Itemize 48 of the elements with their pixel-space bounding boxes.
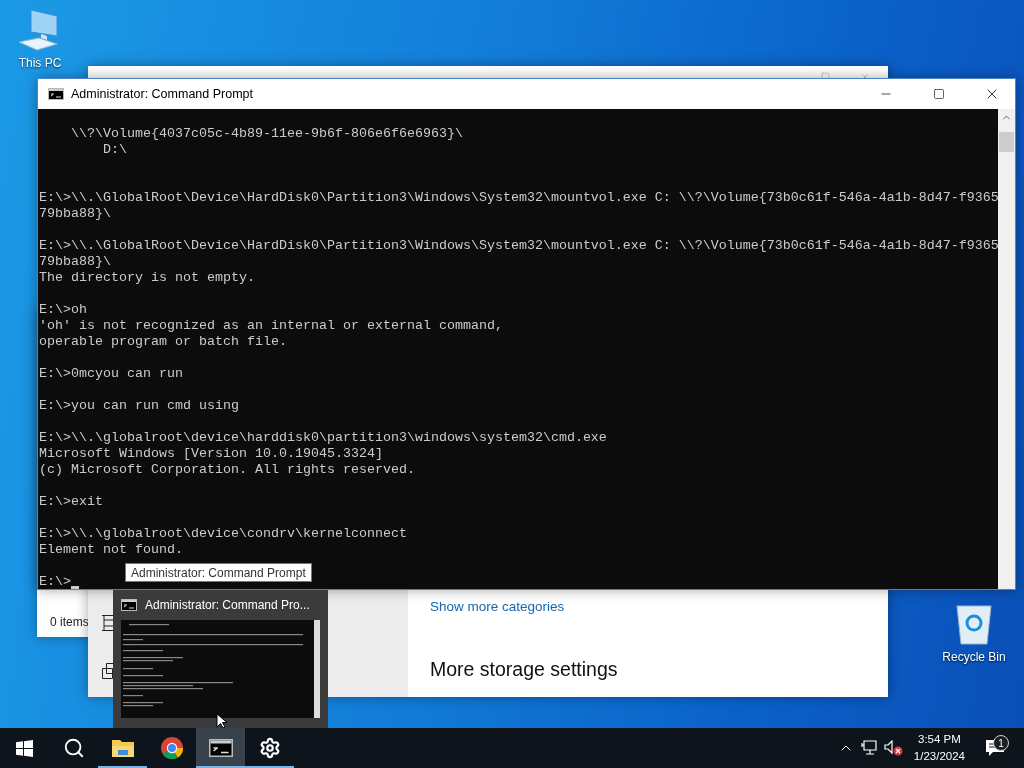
console-line: E:\>\\.\GlobalRoot\Device\HardDisk0\Partition3\Windows\System32\mountvol.exe C: \\?\Volume{73b0c61f-546a-4a1b-8d47-f9365 — [39, 238, 998, 254]
console-line: E:\>exit — [39, 494, 103, 510]
clock-date: 1/23/2024 — [913, 749, 965, 764]
settings-icon — [258, 737, 281, 759]
console-line: Microsoft Windows [Version 10.0.19045.3324] — [39, 446, 383, 462]
inactive-maximize-icon — [821, 72, 830, 81]
preview-title: Administrator: Command Pro... — [145, 598, 310, 612]
text-cursor — [71, 586, 79, 589]
notification-count: 1 — [993, 735, 1009, 751]
console-line: operable program or batch file. — [39, 334, 287, 350]
console-icon — [121, 599, 137, 611]
windows-logo-icon — [16, 739, 33, 757]
console-line: E:\> — [39, 574, 71, 589]
clock[interactable]: 3:54 PM 1/23/2024 — [905, 731, 973, 765]
console-icon — [208, 739, 233, 757]
console-line: E:\>\\.\globalroot\device\condrv\kernelconnect — [39, 526, 407, 542]
window-title: Administrator: Command Prompt — [71, 87, 254, 101]
show-more-link[interactable]: Show more categories — [430, 599, 888, 614]
browser-icon — [159, 736, 184, 760]
window-preview[interactable]: Administrator: Command Pro... — [113, 590, 328, 728]
recycle-bin-icon — [954, 602, 994, 646]
item-count: 0 items — [50, 615, 89, 631]
console-line: Element not found. — [39, 542, 183, 558]
console-line: The directory is not empty. — [39, 270, 255, 286]
console-line: D:\ — [102, 142, 127, 158]
console-line: E:\>0mcyou can run — [39, 366, 183, 382]
taskbar-button[interactable] — [196, 728, 245, 768]
maximize-icon — [933, 88, 945, 100]
search-icon — [62, 737, 85, 759]
console-line: 79bba88}\ — [39, 206, 111, 222]
console-line: \\?\Volume{4037c05c-4b89-11ee-9b6f-806e6f6e6963}\ — [70, 126, 463, 142]
console-line: E:\>oh — [39, 302, 87, 318]
console-line: E:\>\\.\GlobalRoot\Device\HardDisk0\Partition3\Windows\System32\mountvol.exe C: \\?\Volume{73b0c61f-546a-4a1b-8d47-f9365 — [39, 190, 998, 206]
console-line: 79bba88}\ — [39, 254, 111, 270]
folder-icon — [110, 738, 135, 758]
console-line: (c) Microsoft Corporation. All rights reserved. — [39, 462, 415, 478]
clock-time: 3:54 PM — [918, 732, 961, 747]
tooltip: Administrator: Command Prompt — [125, 563, 312, 582]
console-line: 'oh' is not recognized as an internal or external command, — [39, 318, 503, 334]
console-icon — [48, 88, 64, 100]
console-line: E:\>\\.\globalroot\device\harddisk0\partition3\windows\system32\cmd.exe — [39, 430, 607, 446]
mouse-cursor-icon — [216, 713, 228, 728]
desktop-icon-label[interactable]: Recycle Bin — [942, 650, 1006, 664]
network-icon — [860, 740, 879, 756]
muted-speaker-icon — [883, 740, 904, 756]
console-line: E:\>you can run cmd using — [39, 398, 239, 414]
scroll-thumb[interactable] — [999, 132, 1014, 152]
section-heading: More storage settings — [430, 658, 619, 681]
